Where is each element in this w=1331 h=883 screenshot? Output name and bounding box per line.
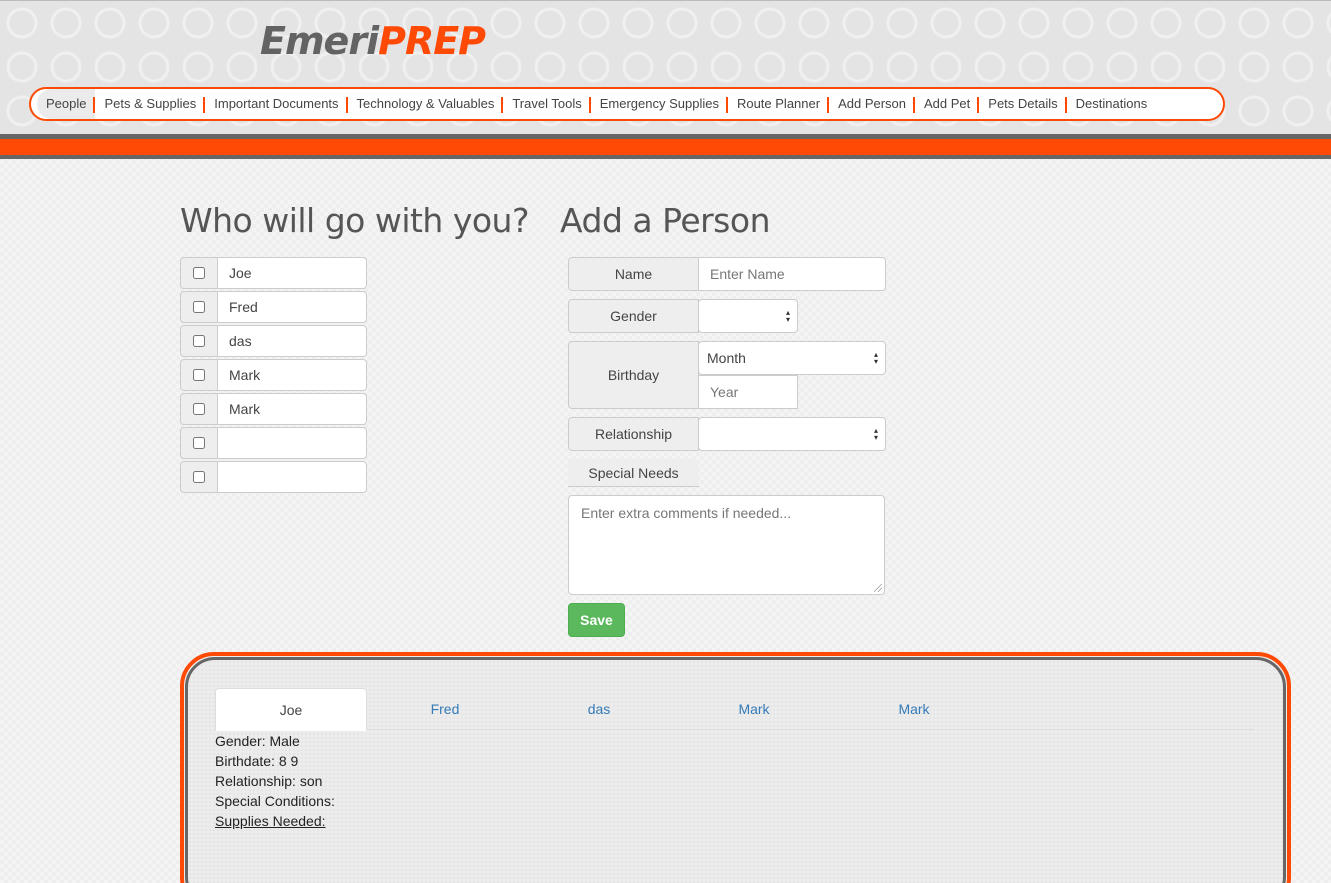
person-details: Gender: Male Birthdate: 8 9 Relationship… [215,731,335,831]
detail-gender: Gender: Male [215,733,300,749]
gender-select[interactable] [698,299,798,333]
detail-birthdate: Birthdate: 8 9 [215,753,299,769]
person-row [180,427,367,459]
person-checkbox-cell [180,325,218,357]
birth-month-select[interactable]: Month [698,341,886,375]
header-divider-bottom [0,155,1331,159]
person-row [180,461,367,493]
birth-year-field[interactable]: Year [698,375,798,409]
person-checkbox[interactable] [193,301,205,313]
comments-placeholder: Enter extra comments if needed... [581,505,792,521]
person-checkbox[interactable] [193,369,205,381]
nav-item-add-pet[interactable]: Add Pet [915,89,980,119]
nav-item-technology-valuables[interactable]: Technology & Valuables [348,89,504,119]
person-row: Joe [180,257,367,289]
detail-special-conditions: Special Conditions: [215,793,335,809]
person-name[interactable]: Fred [218,291,367,323]
nav-item-destinations[interactable]: Destinations [1067,89,1157,119]
person-checkbox[interactable] [193,335,205,347]
nav-item-pets-supplies[interactable]: Pets & Supplies [95,89,206,119]
person-row: Fred [180,291,367,323]
birthday-label: Birthday [568,341,699,409]
name-label: Name [568,257,699,291]
person-checkbox[interactable] [193,471,205,483]
person-checkbox-cell [180,427,218,459]
nav-item-people[interactable]: People [37,89,96,119]
person-row: das [180,325,367,357]
header-accent-bar [0,139,1331,155]
person-name[interactable]: Mark [218,393,367,425]
save-button[interactable]: Save [568,603,625,637]
person-checkbox-cell [180,359,218,391]
nav-item-travel-tools[interactable]: Travel Tools [503,89,592,119]
relationship-select[interactable] [698,417,886,451]
person-checkbox-cell [180,291,218,323]
add-person-title: Add a Person [560,201,770,240]
tab-fred[interactable]: Fred [367,688,523,730]
resize-grip-icon[interactable] [874,584,882,592]
person-checkbox[interactable] [193,403,205,415]
who-title: Who will go with you? [180,201,530,240]
nav-item-add-person[interactable]: Add Person [829,89,915,119]
person-name[interactable] [218,427,367,459]
main-nav: People Pets & Supplies Important Documen… [29,87,1225,121]
person-name[interactable] [218,461,367,493]
special-needs-label: Special Needs [568,459,699,487]
detail-supplies-needed[interactable]: Supplies Needed: [215,811,335,831]
tab-mark-2[interactable]: Mark [833,688,995,730]
person-name[interactable]: Mark [218,359,367,391]
nav-item-pets-details[interactable]: Pets Details [979,89,1068,119]
person-checkbox-cell [180,461,218,493]
person-name[interactable]: Joe [218,257,367,289]
person-details-panel [180,652,1291,883]
person-checkbox[interactable] [193,437,205,449]
tab-das[interactable]: das [523,688,675,730]
person-row: Mark [180,393,367,425]
name-field[interactable]: Enter Name [698,257,886,291]
tab-mark[interactable]: Mark [675,688,833,730]
nav-item-route-planner[interactable]: Route Planner [728,89,830,119]
person-checkbox-cell [180,257,218,289]
person-row: Mark [180,359,367,391]
person-checkbox[interactable] [193,267,205,279]
nav-item-important-documents[interactable]: Important Documents [205,89,348,119]
special-needs-textarea[interactable]: Enter extra comments if needed... [568,495,885,595]
tab-joe[interactable]: Joe [215,688,367,731]
person-checkbox-cell [180,393,218,425]
nav-item-emergency-supplies[interactable]: Emergency Supplies [591,89,729,119]
detail-relationship: Relationship: son [215,773,323,789]
person-name[interactable]: das [218,325,367,357]
people-checklist: Joe Fred das Mark Mark [180,257,367,495]
person-tabs: Joe Fred das Mark Mark [215,688,1254,731]
relationship-label: Relationship [568,417,699,451]
gender-label: Gender [568,299,699,333]
logo[interactable]: EmeriPREP [260,17,486,65]
